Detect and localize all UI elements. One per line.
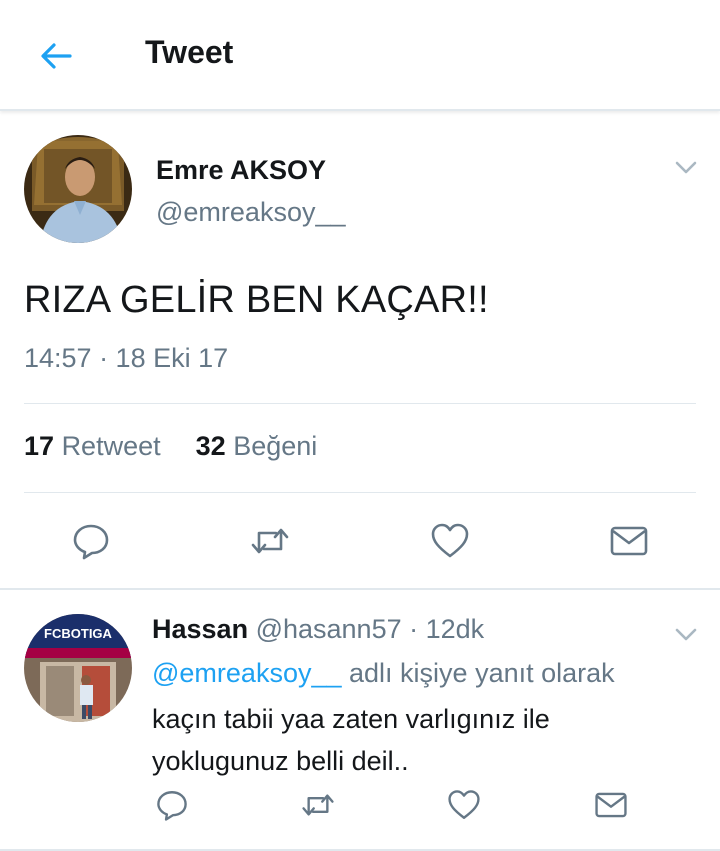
author-name[interactable]: Emre AKSOY <box>156 155 326 186</box>
reply-text-line: kaçın tabii yaa zaten varlıgınız ile <box>152 704 550 734</box>
arrow-left-icon <box>41 43 72 69</box>
reply-icon <box>157 791 187 821</box>
reply-reply-button[interactable] <box>155 788 189 822</box>
retweet-button[interactable] <box>250 521 290 561</box>
author-handle[interactable]: @emreaksoy__ <box>156 197 346 228</box>
replying-to: @emreaksoy__ adlı kişiye yanıt olarak <box>152 658 615 689</box>
reply-avatar[interactable]: FCBOTIGA <box>24 614 132 722</box>
replying-to-mention[interactable]: @emreaksoy__ <box>152 658 342 688</box>
reply-text: kaçın tabii yaa zaten varlıgınız ile yok… <box>152 698 672 782</box>
like-count: 32 <box>195 431 226 461</box>
reply-text-line: yoklugunuz belli deil.. <box>152 746 409 776</box>
reply-like-button[interactable] <box>447 788 481 822</box>
direct-message-button[interactable] <box>609 521 649 561</box>
reply-retweet-button[interactable] <box>301 788 335 822</box>
like-count-link[interactable]: 32 Beğeni <box>196 431 318 462</box>
retweet-count: 17 <box>24 431 55 461</box>
like-label: Beğeni <box>233 431 318 461</box>
tweet-stats: 17 Retweet 32 Beğeni <box>24 431 317 462</box>
more-options-button[interactable] <box>672 153 700 181</box>
app-header: Tweet <box>0 0 720 111</box>
replying-to-suffix: adlı kişiye yanıt olarak <box>349 658 615 688</box>
reply-icon <box>73 524 109 560</box>
avatar-banner-text: FCBOTIGA <box>44 626 112 641</box>
reply-time-ago: · 12dk <box>409 614 485 644</box>
tweet-timestamp[interactable]: 14:57 · 18 Eki 17 <box>24 343 228 374</box>
reply-tweet[interactable]: FCBOTIGA Hassan @hasann57 · 12dk @emreak… <box>0 590 720 851</box>
message-icon <box>610 526 648 556</box>
like-icon <box>448 790 480 819</box>
retweet-icon <box>302 794 334 816</box>
reply-message-button[interactable] <box>594 788 628 822</box>
retweet-label: Retweet <box>61 431 161 461</box>
reply-author-name[interactable]: Hassan <box>152 614 248 644</box>
reply-more-options-button[interactable] <box>672 620 700 648</box>
like-button[interactable] <box>430 521 470 561</box>
divider <box>24 403 696 404</box>
tweet-text: RIZA GELİR BEN KAÇAR!! <box>24 279 489 321</box>
reply-header: Hassan @hasann57 · 12dk <box>152 614 484 645</box>
like-icon <box>431 523 469 558</box>
reply-actions <box>0 788 720 828</box>
chevron-down-icon <box>675 161 697 174</box>
reply-button[interactable] <box>71 521 111 561</box>
page-title: Tweet <box>145 34 234 70</box>
avatar-photo: FCBOTIGA <box>24 614 132 722</box>
back-button[interactable] <box>36 36 76 76</box>
avatar-photo <box>24 135 132 243</box>
divider <box>24 492 696 493</box>
retweet-icon <box>251 528 289 554</box>
retweet-count-link[interactable]: 17 Retweet <box>24 431 161 462</box>
chevron-down-icon <box>675 628 697 641</box>
avatar[interactable] <box>24 135 132 243</box>
tweet-actions <box>0 521 720 569</box>
reply-author-handle[interactable]: @hasann57 <box>256 614 402 644</box>
message-icon <box>595 792 627 818</box>
